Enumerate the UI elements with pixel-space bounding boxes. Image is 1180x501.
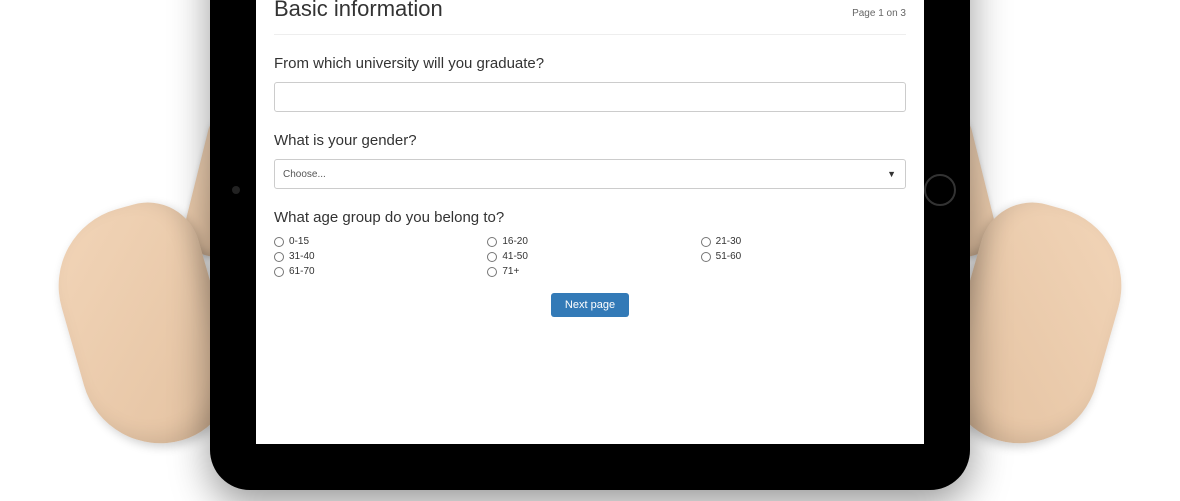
radio-label: 51-60 <box>716 251 742 262</box>
page-title: Basic information <box>274 0 443 22</box>
question-label: From which university will you graduate? <box>274 55 906 72</box>
age-option-0-15[interactable]: 0-15 <box>274 236 479 247</box>
radio-input[interactable] <box>487 267 497 277</box>
radio-label: 31-40 <box>289 251 315 262</box>
gender-select-wrap: Choose... <box>274 159 906 189</box>
age-option-31-40[interactable]: 31-40 <box>274 251 479 262</box>
age-option-21-30[interactable]: 21-30 <box>701 236 906 247</box>
radio-input[interactable] <box>487 252 497 262</box>
page-indicator: Page 1 on 3 <box>852 8 906 19</box>
university-input[interactable] <box>274 82 906 112</box>
question-university: From which university will you graduate? <box>274 55 906 112</box>
radio-label: 61-70 <box>289 266 315 277</box>
radio-label: 16-20 <box>502 236 528 247</box>
page-header: Basic information Page 1 on 3 <box>274 0 906 35</box>
age-option-41-50[interactable]: 41-50 <box>487 251 692 262</box>
radio-input[interactable] <box>701 252 711 262</box>
question-label: What is your gender? <box>274 132 906 149</box>
radio-label: 0-15 <box>289 236 309 247</box>
gender-select[interactable]: Choose... <box>274 159 906 189</box>
age-option-16-20[interactable]: 16-20 <box>487 236 692 247</box>
age-option-51-60[interactable]: 51-60 <box>701 251 906 262</box>
age-radio-group: 0-15 16-20 21-30 31-40 <box>274 236 906 277</box>
radio-input[interactable] <box>487 237 497 247</box>
radio-label: 21-30 <box>716 236 742 247</box>
tablet-device: Home Shop Events News Jobs Contact us Ad… <box>210 0 970 490</box>
age-option-71-plus[interactable]: 71+ <box>487 266 692 277</box>
tablet-screen: Home Shop Events News Jobs Contact us Ad… <box>256 0 924 444</box>
next-page-button[interactable]: Next page <box>551 293 629 317</box>
age-option-61-70[interactable]: 61-70 <box>274 266 479 277</box>
radio-input[interactable] <box>701 237 711 247</box>
question-label: What age group do you belong to? <box>274 209 906 226</box>
radio-label: 41-50 <box>502 251 528 262</box>
radio-input[interactable] <box>274 252 284 262</box>
radio-input[interactable] <box>274 237 284 247</box>
question-age: What age group do you belong to? 0-15 16… <box>274 209 906 277</box>
button-row: Next page <box>274 293 906 317</box>
radio-label: 71+ <box>502 266 519 277</box>
question-gender: What is your gender? Choose... <box>274 132 906 189</box>
page-content: Basic information Page 1 on 3 From which… <box>256 0 924 327</box>
radio-input[interactable] <box>274 267 284 277</box>
